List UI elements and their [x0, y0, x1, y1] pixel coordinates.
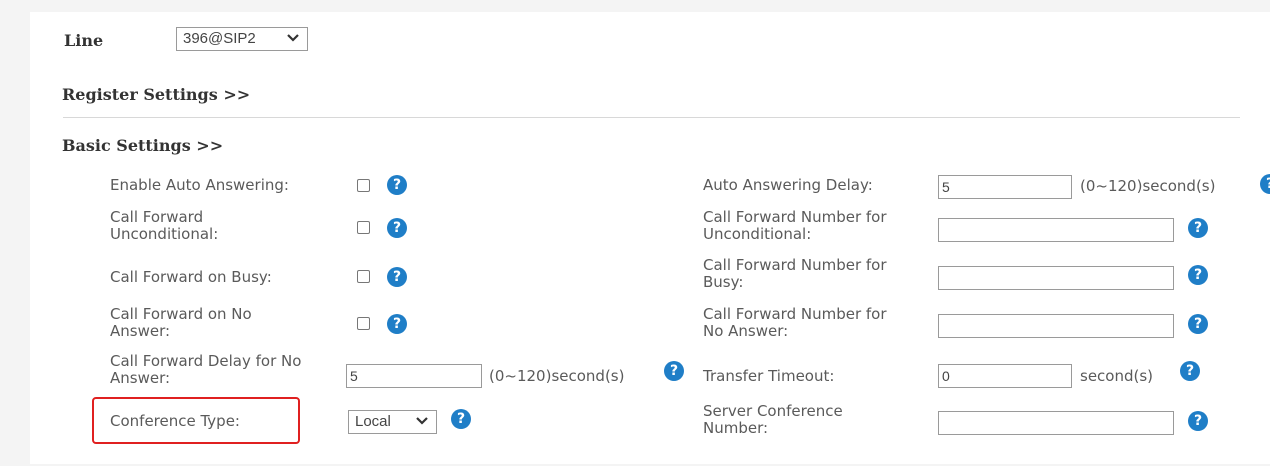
conference-type-value: Local — [355, 413, 391, 430]
server-conference-number-label: Server Conference Number: — [703, 402, 843, 437]
auto-answering-delay-input[interactable]: 5 — [938, 175, 1072, 199]
help-icon[interactable]: ? — [1188, 218, 1208, 238]
line-label: Line — [64, 31, 104, 50]
help-icon[interactable]: ? — [1188, 411, 1208, 431]
call-forward-unconditional-checkbox[interactable] — [357, 221, 370, 234]
chevron-down-icon — [416, 417, 428, 425]
call-forward-number-busy-input[interactable] — [938, 266, 1174, 290]
line-select-value: 396@SIP2 — [183, 30, 256, 47]
enable-auto-answering-checkbox[interactable] — [357, 179, 370, 192]
auto-answering-delay-label: Auto Answering Delay: — [703, 176, 873, 194]
call-forward-unconditional-label: Call Forward Unconditional: — [110, 208, 219, 243]
help-icon[interactable]: ? — [387, 267, 407, 287]
call-forward-number-unconditional-input[interactable] — [938, 218, 1174, 242]
highlight-box — [92, 397, 300, 444]
help-icon[interactable]: ? — [451, 409, 471, 429]
call-forward-busy-label: Call Forward on Busy: — [110, 268, 272, 286]
transfer-timeout-unit: second(s) — [1080, 367, 1154, 385]
call-forward-delay-unit: (0~120)second(s) — [489, 367, 625, 385]
help-icon[interactable]: ? — [1188, 265, 1208, 285]
help-icon[interactable]: ? — [1180, 361, 1200, 381]
call-forward-number-busy-label: Call Forward Number for Busy: — [703, 256, 887, 291]
help-icon[interactable]: ? — [1188, 314, 1208, 334]
help-icon[interactable]: ? — [387, 218, 407, 238]
call-forward-no-answer-checkbox[interactable] — [357, 317, 370, 330]
server-conference-number-input[interactable] — [938, 411, 1174, 435]
help-icon[interactable]: ? — [387, 175, 407, 195]
call-forward-number-no-answer-label: Call Forward Number for No Answer: — [703, 305, 887, 340]
call-forward-delay-input[interactable]: 5 — [346, 364, 482, 388]
call-forward-busy-checkbox[interactable] — [357, 270, 370, 283]
call-forward-number-unconditional-label: Call Forward Number for Unconditional: — [703, 208, 887, 243]
line-select[interactable]: 396@SIP2 — [176, 27, 308, 51]
help-icon[interactable]: ? — [387, 314, 407, 334]
register-settings-link[interactable]: Register Settings >> — [62, 85, 250, 104]
call-forward-no-answer-label: Call Forward on No Answer: — [110, 305, 252, 340]
conference-type-select[interactable]: Local — [348, 410, 437, 434]
help-icon[interactable]: ? — [664, 361, 684, 381]
divider — [63, 117, 1240, 118]
chevron-down-icon — [287, 34, 299, 42]
transfer-timeout-input[interactable]: 0 — [938, 364, 1072, 388]
transfer-timeout-label: Transfer Timeout: — [703, 367, 835, 385]
auto-answering-delay-unit: (0~120)second(s) — [1080, 177, 1216, 195]
basic-settings-link[interactable]: Basic Settings >> — [62, 136, 223, 155]
call-forward-delay-label: Call Forward Delay for No Answer: — [110, 352, 302, 387]
call-forward-number-no-answer-input[interactable] — [938, 314, 1174, 338]
enable-auto-answering-label: Enable Auto Answering: — [110, 176, 289, 194]
